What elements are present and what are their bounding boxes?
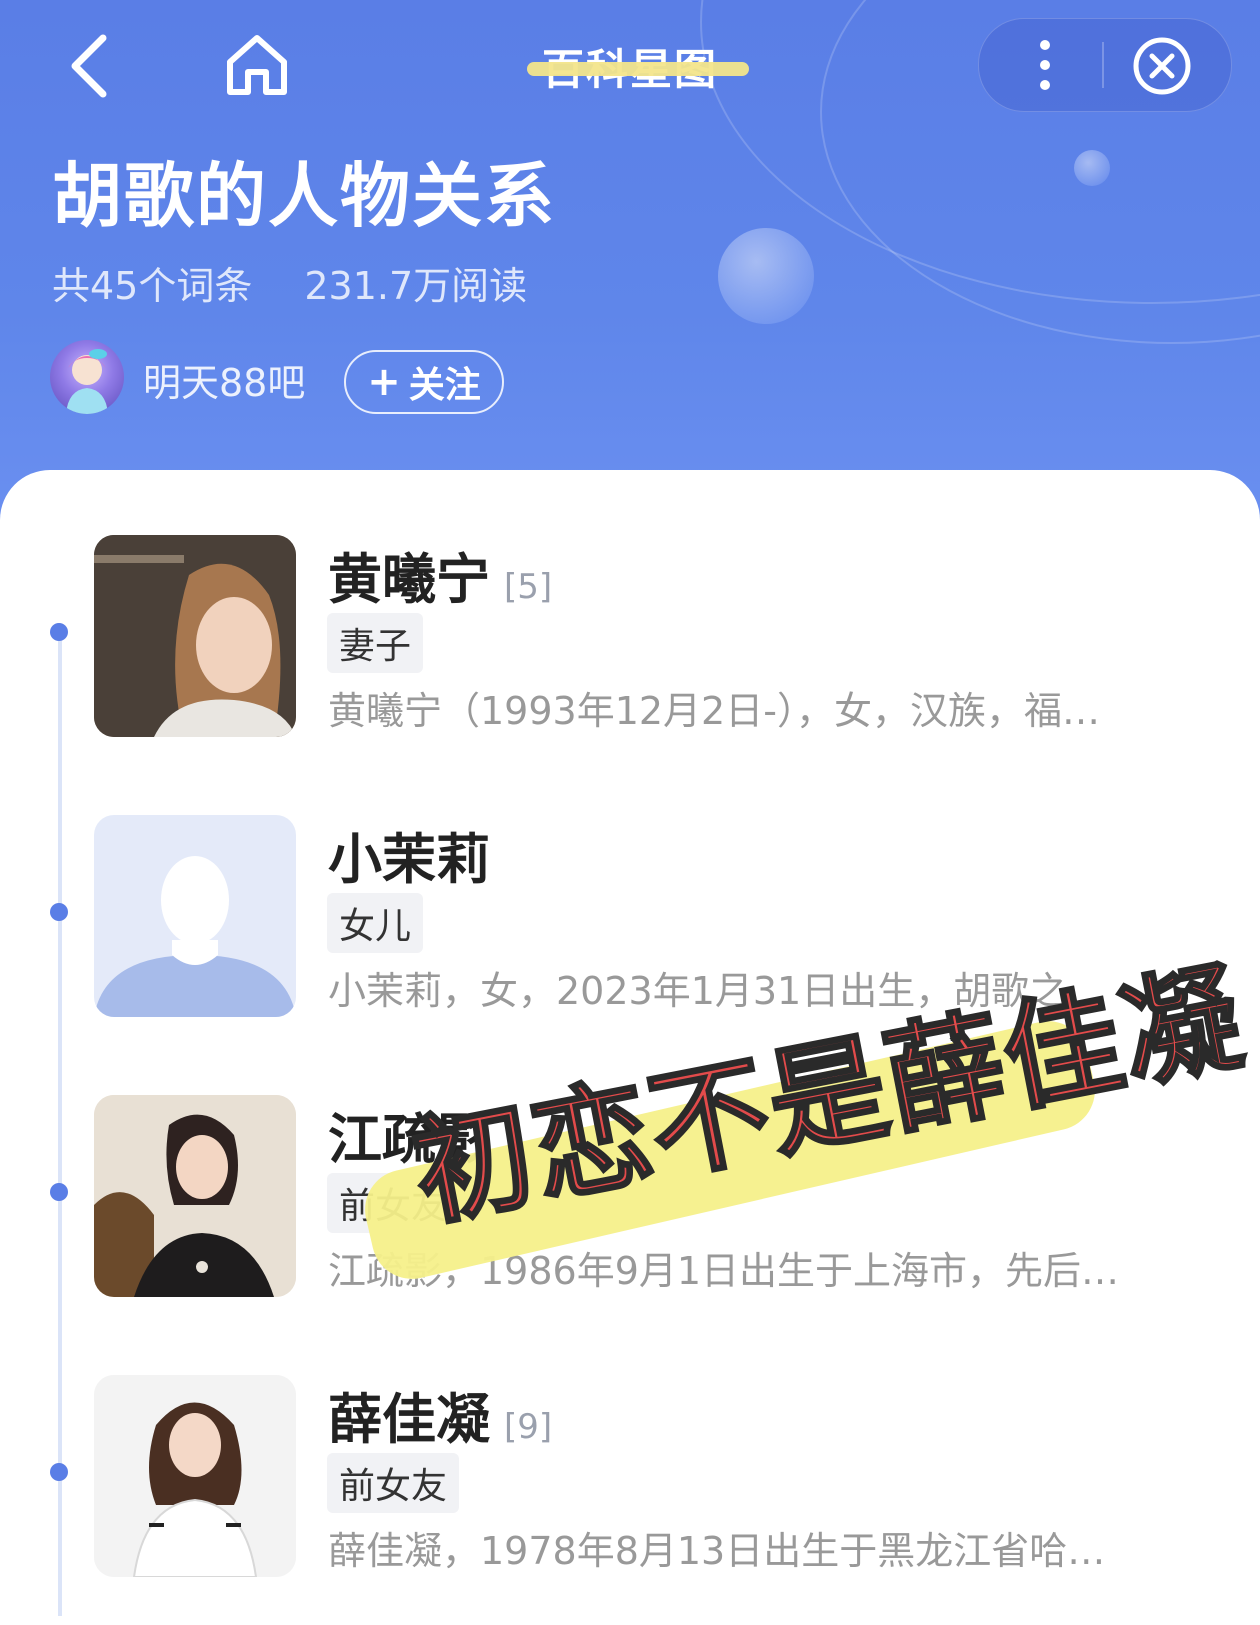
timeline-dot: [50, 623, 68, 641]
person-photo: [94, 535, 296, 737]
timeline-dot: [50, 903, 68, 921]
page-stats: 共45个词条 231.7万阅读: [52, 255, 527, 310]
author-avatar[interactable]: [50, 340, 124, 414]
page-header: 百科星图 胡歌的人物关系 共45个词条231.7万阅读 明天88吧 + 关注: [0, 0, 1260, 520]
person-name: 薛佳凝 [9]: [328, 1388, 553, 1451]
decorative-orb: [718, 228, 814, 324]
decorative-orb: [1074, 150, 1110, 186]
read-count: 231.7万阅读: [304, 264, 528, 308]
plus-icon: +: [367, 359, 401, 405]
person-name: 小茉莉: [328, 828, 490, 891]
author-name[interactable]: 明天88吧: [143, 352, 305, 407]
close-button[interactable]: [1130, 34, 1194, 98]
person-name: 黄曦宁 [5]: [328, 548, 553, 611]
title-highlight-mark: [527, 62, 749, 76]
relation-item[interactable]: 黄曦宁 [5] 妻子 黄曦宁（1993年12月2日-），女，汉族，福…: [0, 535, 1260, 785]
follow-label: 关注: [408, 365, 481, 406]
default-avatar-icon: [94, 856, 296, 1017]
person-photo: [94, 1375, 296, 1577]
person-photo: [94, 1095, 296, 1297]
relation-item[interactable]: 薛佳凝 [9] 前女友 薛佳凝，1978年8月13日出生于黑龙江省哈…: [0, 1375, 1260, 1625]
avatar-illustration: [66, 349, 108, 414]
page-title: 胡歌的人物关系: [52, 155, 556, 237]
timeline-dot: [50, 1463, 68, 1481]
relation-tag: 前女友: [327, 1453, 460, 1513]
capsule-divider: [1102, 42, 1104, 88]
relation-tag: 妻子: [327, 613, 424, 673]
entry-count: 共45个词条: [52, 264, 253, 308]
portrait-illustration: [94, 1095, 296, 1297]
close-icon: [1133, 37, 1191, 95]
person-description: 黄曦宁（1993年12月2日-），女，汉族，福…: [328, 689, 1100, 733]
timeline-dot: [50, 1183, 68, 1201]
portrait-illustration: [94, 535, 296, 737]
more-button[interactable]: [1010, 32, 1080, 98]
more-vertical-icon: [1040, 40, 1050, 90]
follow-button[interactable]: + 关注: [344, 350, 504, 414]
person-description: 薛佳凝，1978年8月13日出生于黑龙江省哈…: [328, 1529, 1106, 1573]
portrait-illustration: [94, 1375, 296, 1577]
default-avatar-photo: [94, 815, 296, 1017]
relation-tag: 女儿: [327, 893, 424, 953]
